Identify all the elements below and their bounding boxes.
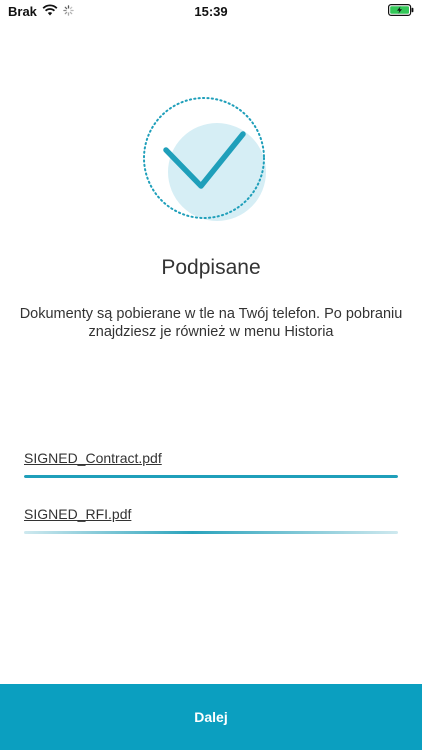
description-text: Dokumenty są pobierane w tle na Twój tel… [19, 306, 403, 340]
next-button[interactable]: Dalej [0, 684, 422, 750]
progress-bar-contract [24, 475, 398, 478]
check-circle-icon [142, 96, 268, 222]
file-link-rfi[interactable]: SIGNED_RFI.pdf [24, 506, 131, 522]
battery-charging-icon [388, 4, 414, 16]
file-item-contract: SIGNED_Contract.pdf [24, 450, 398, 478]
page-title: Podpisane [161, 256, 261, 279]
progress-bar-rfi-indeterminate [24, 531, 398, 534]
status-time: 15:39 [194, 4, 228, 19]
progress-fill-contract [24, 475, 398, 478]
file-item-rfi: SIGNED_RFI.pdf [24, 506, 398, 534]
status-bar: Brak 15:39 [0, 0, 422, 22]
file-link-contract[interactable]: SIGNED_Contract.pdf [24, 450, 162, 466]
